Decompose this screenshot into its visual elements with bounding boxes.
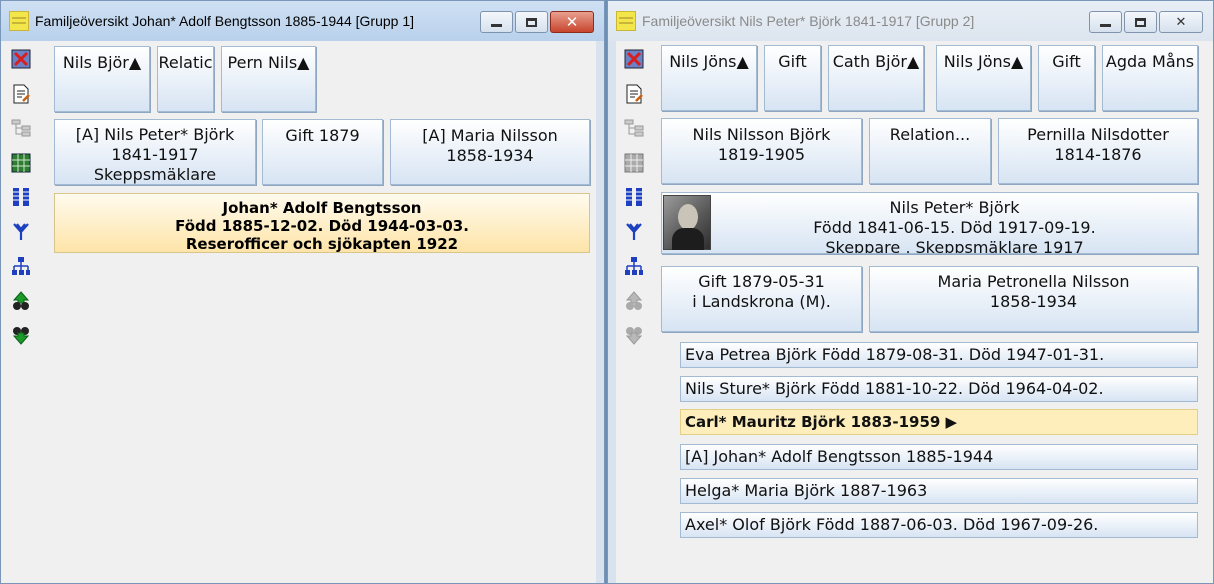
minimize-button[interactable] xyxy=(480,11,513,33)
main-person-dates: Född 1841-06-15. Död 1917-09-19. xyxy=(813,218,1096,237)
columns-icon[interactable] xyxy=(7,183,35,211)
paternal-grandmother-box[interactable]: Pern Nils▲ xyxy=(221,46,316,112)
child-row-5[interactable]: Helga* Maria Björk 1887-1963 xyxy=(680,478,1198,504)
maximize-button[interactable] xyxy=(515,11,548,33)
close-icon: ✕ xyxy=(565,13,579,31)
maternal-grandparents-marriage-label: Gift xyxy=(1052,52,1081,71)
maximize-icon xyxy=(1135,17,1146,27)
child-row-4[interactable]: [A] Johan* Adolf Bengtsson 1885-1944 xyxy=(680,444,1198,470)
maternal-grandmother-box[interactable]: Agda Måns xyxy=(1102,45,1198,111)
main-person-name: Nils Peter* Björk xyxy=(889,198,1020,217)
maternal-grandfather-name: Nils Jöns▲ xyxy=(943,52,1024,71)
paternal-grandfather-name: Nils Björ▲ xyxy=(62,53,142,72)
close-x-icon[interactable] xyxy=(620,45,648,73)
paternal-grandmother-name: Pern Nils▲ xyxy=(227,53,310,72)
family-window-1: Familjeöversikt Johan* Adolf Bengtsson 1… xyxy=(0,0,605,584)
marriage-box[interactable]: Gift 1879-05-31 i Landskrona (M). xyxy=(661,266,862,332)
person-portrait-photo[interactable] xyxy=(663,195,711,250)
paternal-grandparents-marriage-label: Gift xyxy=(778,52,807,71)
marriage-place: i Landskrona (M). xyxy=(692,292,831,311)
mother-box[interactable]: [A] Maria Nilsson 1858-1934 xyxy=(390,119,590,185)
main-person-box[interactable]: Johan* Adolf Bengtsson Född 1885-12-02. … xyxy=(54,193,590,253)
maximize-button[interactable] xyxy=(1124,11,1157,33)
father-years: 1841-1917 xyxy=(111,145,199,164)
spouse-years: 1858-1934 xyxy=(989,292,1078,311)
father-years: 1819-1905 xyxy=(717,145,806,164)
window-1-toolbar xyxy=(7,45,43,356)
paternal-grandfather-name: Nils Jöns▲ xyxy=(669,52,749,71)
parents-relation-label: Relation... xyxy=(889,125,971,144)
paternal-grandfather-box[interactable]: Nils Björ▲ xyxy=(54,46,150,112)
father-name: [A] Nils Peter* Björk xyxy=(75,125,235,144)
minimize-button[interactable] xyxy=(1089,11,1122,33)
tree-list-icon[interactable] xyxy=(620,114,648,142)
window-1-titlebar[interactable]: Familjeöversikt Johan* Adolf Bengtsson 1… xyxy=(1,1,604,41)
document-edit-icon[interactable] xyxy=(7,80,35,108)
paternal-grandmother-name: Cath Björ▲ xyxy=(832,52,920,71)
parents-marriage-label: Gift 1879 xyxy=(285,126,360,145)
mother-name: [A] Maria Nilsson xyxy=(422,126,558,145)
window-2-border xyxy=(608,41,616,583)
group-sheet-icon[interactable] xyxy=(620,149,648,177)
maternal-grandfather-box[interactable]: Nils Jöns▲ xyxy=(936,45,1031,111)
main-person-occupation: Reserofficer och sjökapten 1922 xyxy=(185,235,459,253)
group-sheet-icon[interactable] xyxy=(7,149,35,177)
org-chart-icon[interactable] xyxy=(7,252,35,280)
parents-relation-box[interactable]: Relation... xyxy=(869,118,991,184)
paternal-grandfather-box[interactable]: Nils Jöns▲ xyxy=(661,45,757,111)
mother-years: 1814-1876 xyxy=(1054,145,1142,164)
main-person-occupation: Skeppare , Skeppsmäklare 1917 xyxy=(825,238,1084,254)
close-button[interactable]: ✕ xyxy=(1159,11,1203,33)
parents-marriage-box[interactable]: Gift 1879 xyxy=(262,119,383,185)
minimize-icon xyxy=(1100,23,1111,27)
father-box[interactable]: Nils Nilsson Björk 1819-1905 xyxy=(661,118,862,184)
mother-name: Pernilla Nilsdotter xyxy=(1027,125,1169,144)
down-arrow-binoculars-icon[interactable] xyxy=(620,321,648,349)
grandparents-relation-label: Relatic xyxy=(158,53,213,72)
window-2-toolbar xyxy=(620,45,656,356)
up-arrow-binoculars-icon[interactable] xyxy=(7,287,35,315)
columns-icon[interactable] xyxy=(620,183,648,211)
tree-list-icon[interactable] xyxy=(7,114,35,142)
marriage-date: Gift 1879-05-31 xyxy=(698,272,825,291)
mother-years: 1858-1934 xyxy=(446,146,534,165)
app-icon xyxy=(616,11,636,31)
spouse-name: Maria Petronella Nilsson xyxy=(937,272,1130,291)
close-button[interactable]: ✕ xyxy=(550,11,594,33)
window-2-titlebar[interactable]: Familjeöversikt Nils Peter* Björk 1841-1… xyxy=(608,1,1213,41)
maximize-icon xyxy=(526,17,537,27)
main-person-name: Johan* Adolf Bengtsson xyxy=(222,199,422,217)
maternal-grandmother-name: Agda Måns xyxy=(1105,52,1195,71)
child-row-2[interactable]: Nils Sture* Björk Född 1881-10-22. Död 1… xyxy=(680,376,1198,402)
mother-box[interactable]: Pernilla Nilsdotter 1814-1876 xyxy=(998,118,1198,184)
child-row-3-selected[interactable]: Carl* Mauritz Björk 1883-1959 ▶ xyxy=(680,409,1198,435)
father-name: Nils Nilsson Björk xyxy=(692,125,831,144)
app-icon xyxy=(9,11,29,31)
fork-tree-icon[interactable] xyxy=(7,218,35,246)
up-arrow-binoculars-icon[interactable] xyxy=(620,287,648,315)
father-box[interactable]: [A] Nils Peter* Björk 1841-1917 Skeppsmä… xyxy=(54,119,256,185)
down-arrow-binoculars-icon[interactable] xyxy=(7,321,35,349)
close-icon: ✕ xyxy=(1175,14,1187,30)
main-person-dates: Född 1885-12-02. Död 1944-03-03. xyxy=(175,217,469,235)
paternal-grandparents-marriage-box[interactable]: Gift xyxy=(764,45,821,111)
grandparents-relation-box[interactable]: Relatic xyxy=(157,46,214,112)
window-1-border xyxy=(596,41,604,583)
child-row-6[interactable]: Axel* Olof Björk Född 1887-06-03. Död 19… xyxy=(680,512,1198,538)
paternal-grandmother-box[interactable]: Cath Björ▲ xyxy=(828,45,924,111)
org-chart-icon[interactable] xyxy=(620,252,648,280)
main-person-box[interactable]: Nils Peter* Björk Född 1841-06-15. Död 1… xyxy=(661,192,1198,254)
document-edit-icon[interactable] xyxy=(620,80,648,108)
minimize-icon xyxy=(491,23,502,27)
window-2-title: Familjeöversikt Nils Peter* Björk 1841-1… xyxy=(642,13,975,29)
father-occupation: Skeppsmäklare xyxy=(93,165,217,184)
maternal-grandparents-marriage-box[interactable]: Gift xyxy=(1038,45,1095,111)
fork-tree-icon[interactable] xyxy=(620,218,648,246)
close-x-icon[interactable] xyxy=(7,45,35,73)
spouse-box[interactable]: Maria Petronella Nilsson 1858-1934 xyxy=(869,266,1198,332)
child-row-1[interactable]: Eva Petrea Björk Född 1879-08-31. Död 19… xyxy=(680,342,1198,368)
window-1-title: Familjeöversikt Johan* Adolf Bengtsson 1… xyxy=(35,13,415,29)
